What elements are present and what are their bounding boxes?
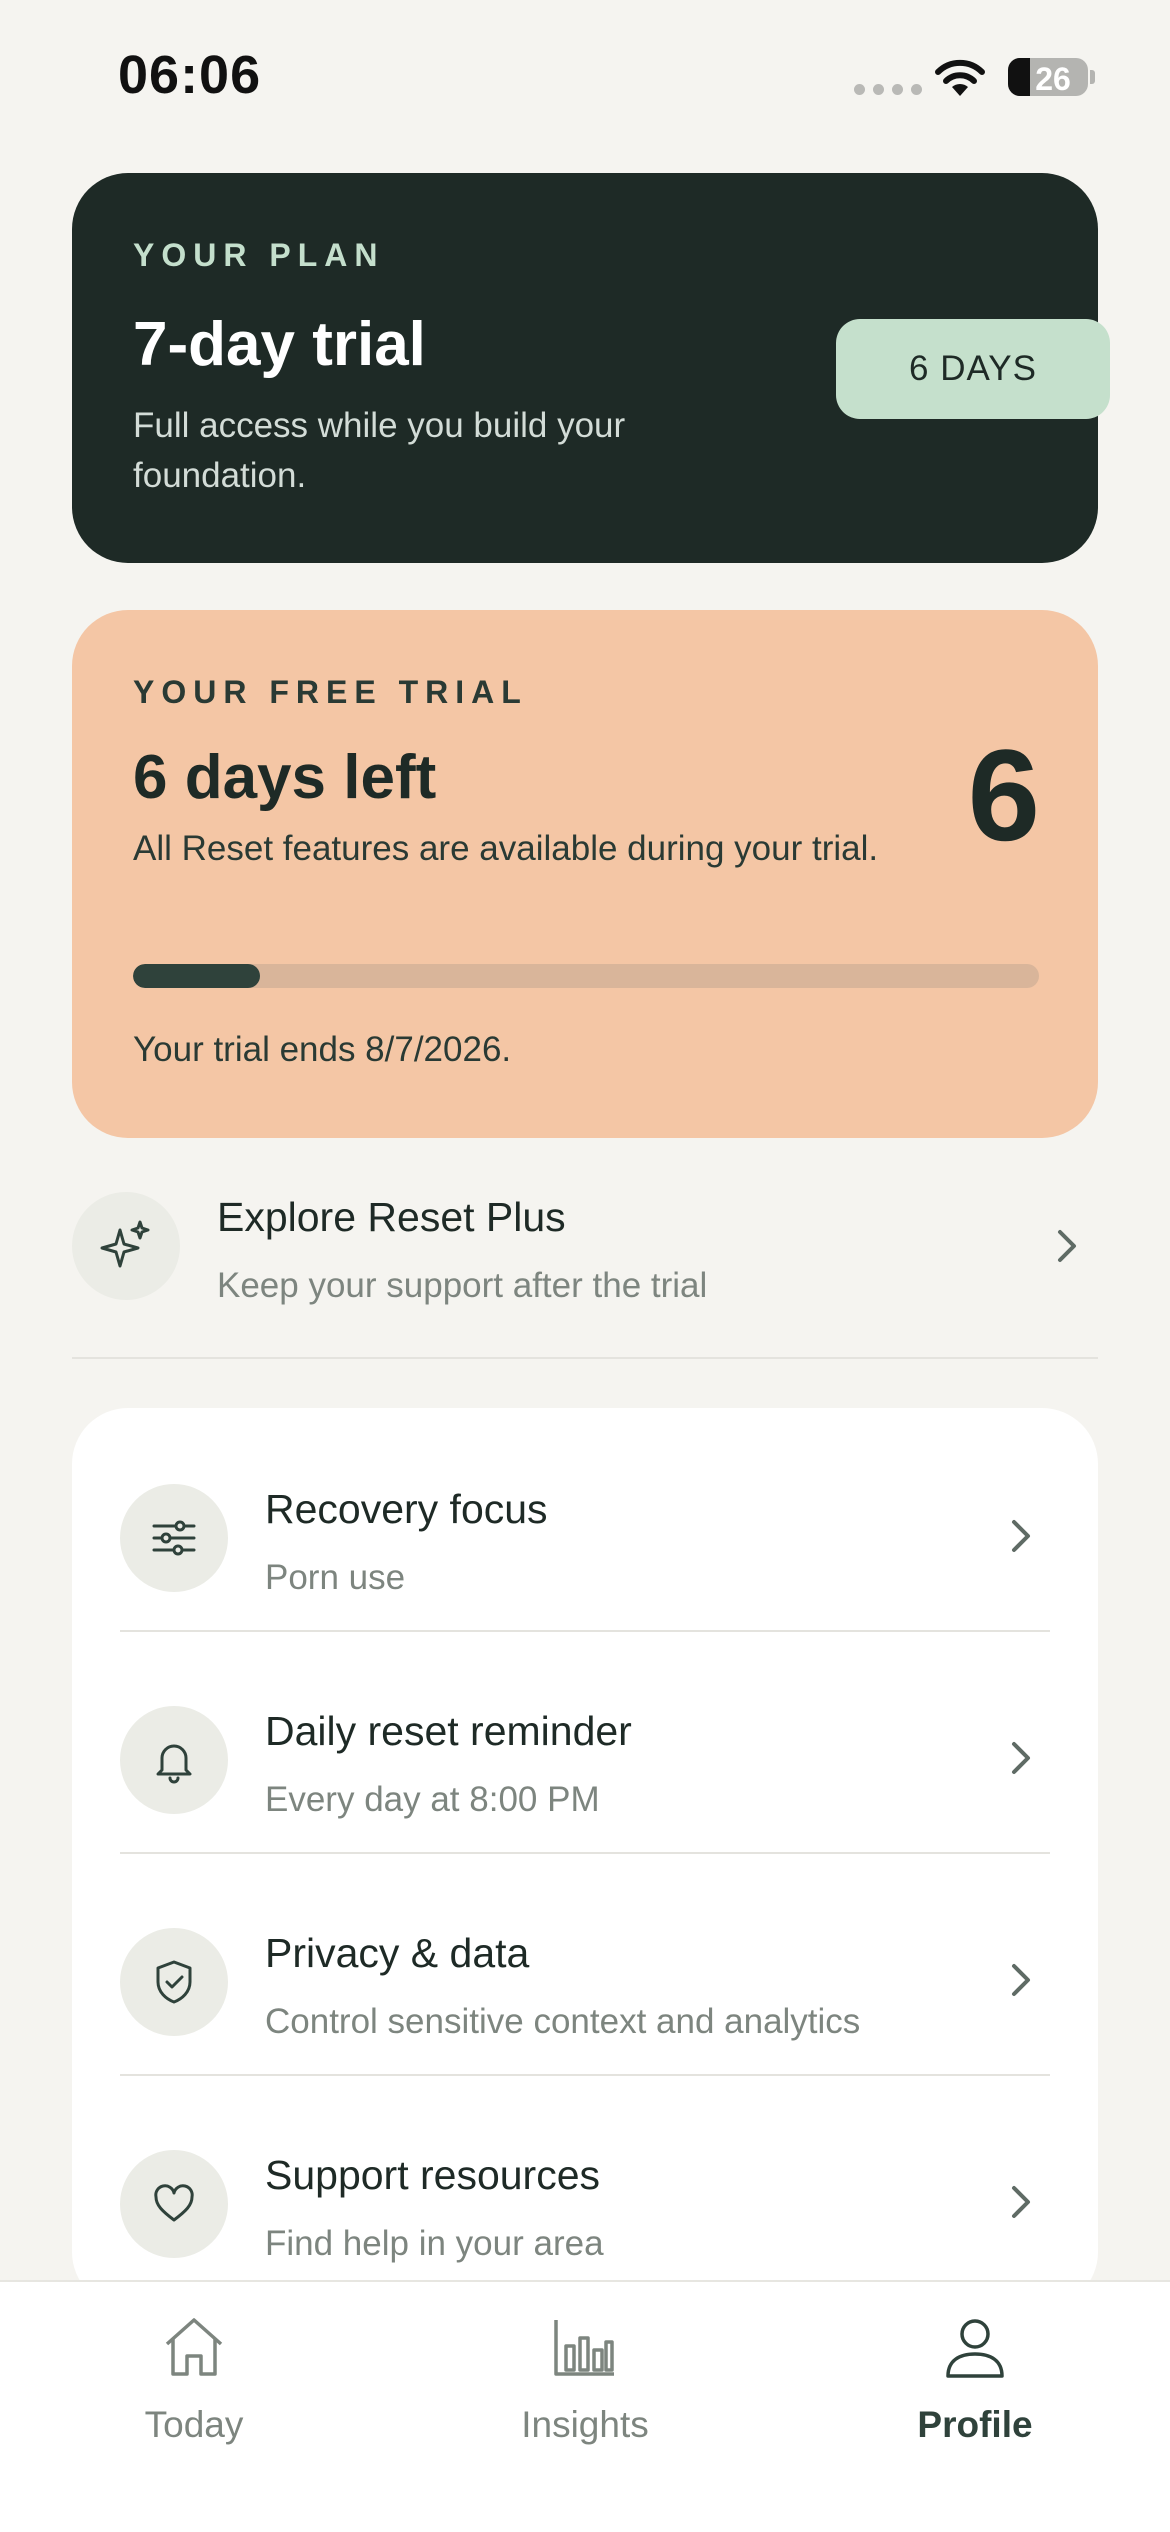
plan-eyebrow: YOUR PLAN [133,237,385,273]
sliders-icon [152,1520,196,1556]
trial-progress-fill [133,964,260,988]
explore-icon-circle [72,1192,180,1300]
setting-subtitle: Control sensitive context and analytics [265,2002,861,2041]
support-icon-circle [120,2150,228,2258]
chevron-right-icon [1058,1230,1076,1262]
setting-row-recovery-focus[interactable]: Recovery focus Porn use [120,1408,1050,1630]
setting-subtitle: Every day at 8:00 PM [265,1780,600,1819]
chevron-right-icon [1012,1520,1030,1552]
plan-description: Full access while you build your foundat… [133,406,626,495]
bar-chart-icon [554,2320,614,2376]
setting-row-support[interactable]: Support resources Find help in your area [120,2074,1050,2296]
setting-title: Recovery focus [265,1486,548,1532]
setting-row-daily-reminder[interactable]: Daily reset reminder Every day at 8:00 P… [120,1630,1050,1852]
recovery-focus-icon-circle [120,1484,228,1592]
setting-title: Support resources [265,2152,601,2198]
privacy-icon-circle [120,1928,228,2036]
trial-days-number: 6 [967,722,1040,868]
setting-title: Privacy & data [265,1930,530,1976]
days-remaining-badge[interactable]: 6 DAYS [836,319,1110,419]
cellular-signal-icon [854,84,922,95]
status-bar: 06:06 26 [0,0,1170,145]
explore-subtitle: Keep your support after the trial [217,1266,708,1305]
row-separator [120,2074,1050,2076]
tab-today[interactable]: Today [74,2312,314,2462]
tab-profile[interactable]: Profile [855,2312,1095,2462]
row-separator [120,1852,1050,1854]
tab-label: Insights [521,2404,649,2445]
tab-bar: Today Insights Profile [0,2280,1170,2532]
explore-title: Explore Reset Plus [217,1194,566,1240]
plan-title: 7-day trial [133,310,426,379]
bell-icon [156,1744,192,1784]
tab-insights[interactable]: Insights [465,2312,705,2462]
chevron-right-icon [1012,1964,1030,1996]
trial-card: YOUR FREE TRIAL 6 days left 6 All Reset … [72,610,1098,1138]
chevron-right-icon [1012,2186,1030,2218]
row-separator [120,1630,1050,1632]
heart-icon [154,2184,194,2222]
settings-card: Recovery focus Porn use Daily reset remi… [72,1408,1098,2308]
battery-icon: 26 [1008,58,1088,96]
setting-subtitle: Find help in your area [265,2224,604,2263]
sparkles-icon [100,1220,150,1268]
status-time: 06:06 [118,45,262,105]
trial-description: All Reset features are available during … [133,829,879,868]
section-divider [72,1357,1098,1359]
home-icon [165,2318,223,2376]
person-icon [946,2319,1004,2378]
trial-eyebrow: YOUR FREE TRIAL [133,674,528,710]
wifi-icon [935,59,985,96]
battery-level: 26 [1035,61,1071,96]
trial-progress-bar [133,964,1039,988]
shield-check-icon [156,1960,192,2004]
explore-reset-plus-row[interactable]: Explore Reset Plus Keep your support aft… [72,1180,1098,1360]
chevron-right-icon [1012,1742,1030,1774]
trial-title: 6 days left [133,743,437,812]
trial-end-date: Your trial ends 8/7/2026. [133,1030,512,1069]
plan-card: YOUR PLAN 7-day trial Full access while … [72,173,1110,563]
reminder-icon-circle [120,1706,228,1814]
setting-subtitle: Porn use [265,1558,406,1597]
tab-label: Profile [917,2404,1033,2445]
setting-title: Daily reset reminder [265,1708,632,1754]
setting-row-privacy[interactable]: Privacy & data Control sensitive context… [120,1852,1050,2074]
tab-label: Today [144,2404,244,2445]
